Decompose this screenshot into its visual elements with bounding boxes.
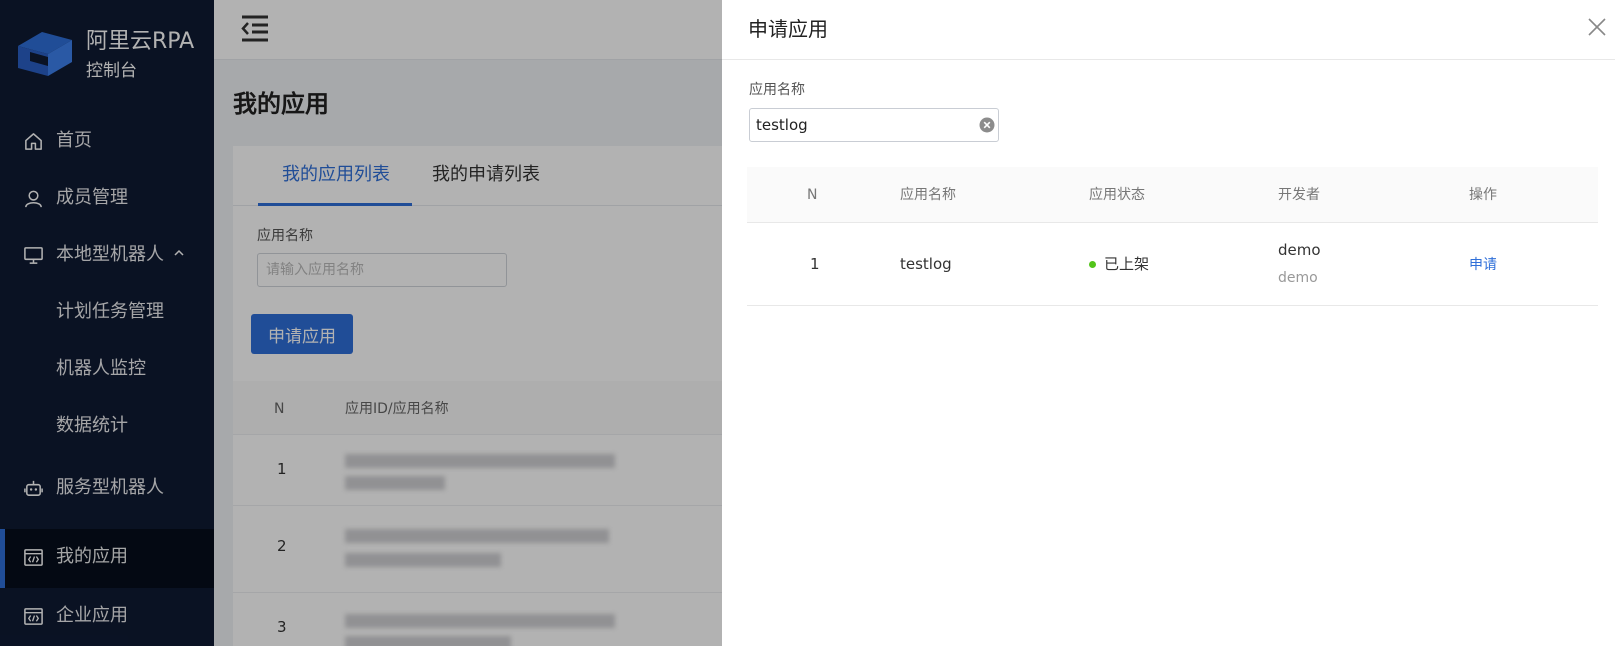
column-header: 开发者 [1278, 187, 1320, 203]
app-status-cell: 已上架 [1104, 255, 1150, 273]
status-dot-icon [1089, 261, 1096, 268]
row-index: 1 [810, 255, 820, 273]
table-row: 1 testlog 已上架 demo demo 申请 [747, 224, 1598, 306]
developer-name: demo [1278, 241, 1321, 259]
drawer-search-field [749, 108, 999, 142]
apply-app-drawer: 申请应用 应用名称 N 应用名称 应用状态 开发者 操作 1 testlog [722, 0, 1615, 646]
column-header: N [807, 187, 818, 203]
column-header: 应用名称 [900, 187, 956, 203]
column-header: 应用状态 [1089, 187, 1145, 203]
drawer-title: 申请应用 [748, 17, 828, 41]
developer-account: demo [1278, 270, 1318, 286]
drawer-table-header: N 应用名称 应用状态 开发者 操作 [747, 167, 1598, 223]
drawer-header: 申请应用 [722, 0, 1615, 60]
app-name-cell: testlog [900, 255, 952, 273]
apply-link[interactable]: 申请 [1469, 255, 1497, 275]
drawer-filter-label: 应用名称 [749, 82, 805, 98]
drawer-app-name-input[interactable] [750, 109, 970, 141]
close-icon[interactable] [1588, 18, 1606, 36]
column-header: 操作 [1469, 187, 1497, 203]
clear-input-icon[interactable] [979, 117, 995, 133]
app-root: 阿里云RPA 控制台 首页 成员管理 本地型机器人 计划任务管理 机器人监控 数… [0, 0, 1615, 646]
